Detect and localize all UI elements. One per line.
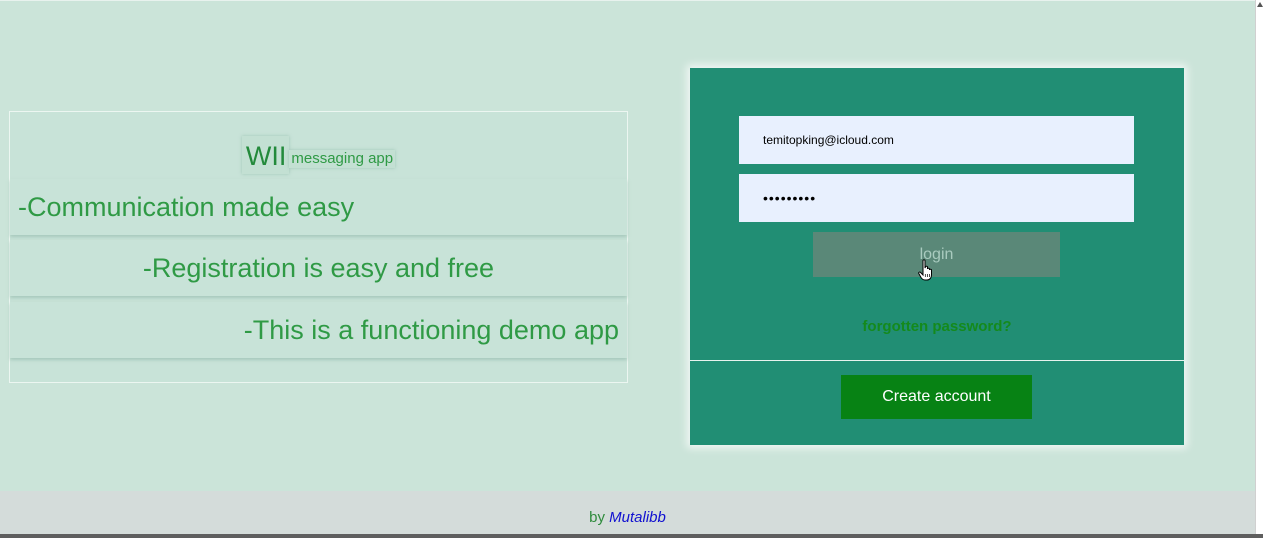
forgot-password-link[interactable]: forgotten password? xyxy=(690,318,1184,335)
feature-communication: -Communication made easy xyxy=(10,179,627,235)
author-link[interactable]: Mutalibb xyxy=(609,509,666,526)
card-divider xyxy=(690,360,1184,361)
hand-pointer-icon xyxy=(918,259,932,281)
login-button[interactable]: login xyxy=(813,232,1060,277)
page-top-edge xyxy=(0,0,1255,1)
email-field[interactable] xyxy=(739,116,1134,164)
feature-demo: -This is a functioning demo app xyxy=(10,302,627,358)
brand: WII messaging app xyxy=(10,136,627,174)
intro-panel: WII messaging app -Communication made ea… xyxy=(9,111,628,383)
create-account-button[interactable]: Create account xyxy=(841,375,1032,419)
feature-registration: -Registration is easy and free xyxy=(10,240,627,296)
scroll-up-arrow-icon[interactable] xyxy=(1257,2,1263,7)
footer-by-text: by xyxy=(589,509,605,526)
footer: by Mutalibb xyxy=(0,491,1255,534)
login-card: login forgotten password? Create account xyxy=(690,68,1184,445)
brand-tagline: messaging app xyxy=(289,150,396,168)
brand-name: WII xyxy=(241,136,290,174)
password-field[interactable] xyxy=(739,174,1134,222)
vertical-scrollbar[interactable] xyxy=(1255,0,1263,538)
window-bottom-edge xyxy=(0,534,1263,538)
